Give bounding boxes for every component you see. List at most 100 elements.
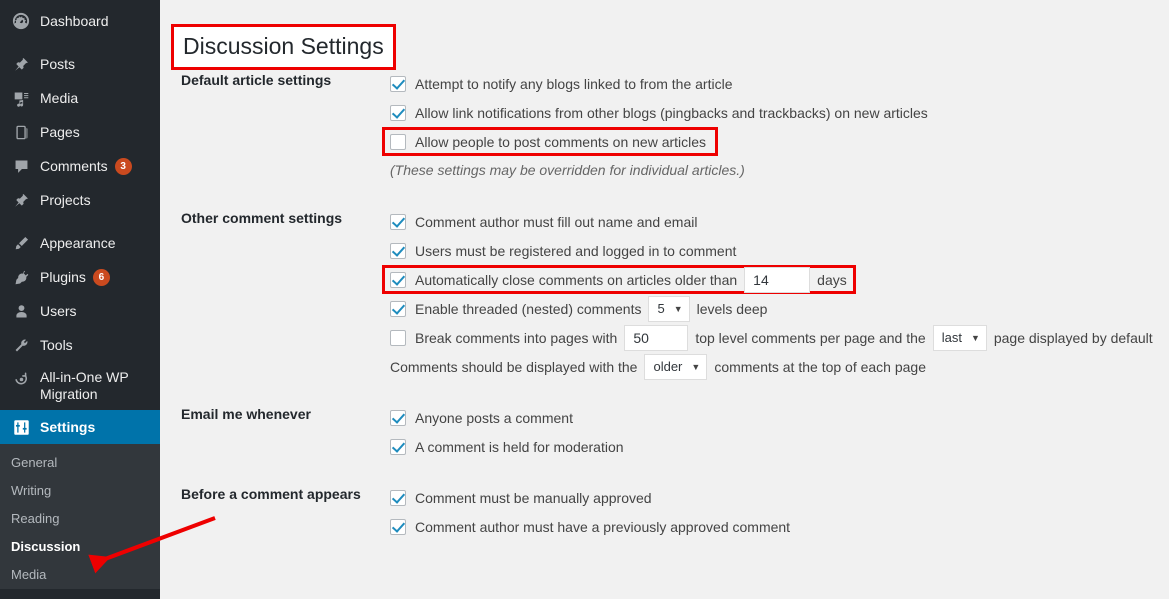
- checkbox-threaded-comments[interactable]: [390, 300, 406, 317]
- sidebar-item-media[interactable]: Media: [0, 81, 160, 115]
- checkbox-email-held-moderation[interactable]: [390, 438, 406, 455]
- option-label: Allow people to post comments on new art…: [415, 133, 707, 150]
- levels-deep-label: levels deep: [696, 300, 768, 317]
- sidebar-item-label: Dashboard: [40, 12, 109, 29]
- thread-depth-value: 5: [657, 301, 665, 316]
- sidebar-item-posts[interactable]: Posts: [0, 47, 160, 81]
- dashboard-icon: [11, 11, 31, 31]
- plug-icon: [11, 267, 31, 287]
- close-comments-days-input[interactable]: 14: [744, 266, 811, 293]
- status-badge: 3: [114, 157, 132, 175]
- section-body: Anyone posts a comment A comment is held…: [390, 392, 1169, 472]
- submenu-item-general[interactable]: General: [0, 449, 160, 477]
- comments-per-page-input[interactable]: 50: [624, 324, 689, 351]
- section-heading: Before a comment appears: [181, 486, 361, 502]
- checkbox-require-name-email[interactable]: [390, 213, 406, 230]
- pin-icon: [11, 54, 31, 74]
- checkbox-auto-close-comments[interactable]: [390, 271, 406, 288]
- comment-bubble-icon: [11, 156, 31, 176]
- days-suffix-label: days: [817, 271, 847, 288]
- checkbox-email-anyone-posts[interactable]: [390, 409, 406, 426]
- settings-submenu: General Writing Reading Discussion Media: [0, 444, 160, 589]
- submenu-item-writing[interactable]: Writing: [0, 477, 160, 505]
- annotation-box-auto-close: Automatically close comments on articles…: [382, 265, 856, 294]
- sidebar-item-comments[interactable]: Comments 3: [0, 149, 160, 183]
- option-previously-approved[interactable]: Comment author must have a previously ap…: [390, 512, 1160, 541]
- sidebar-item-label: Plugins: [40, 268, 86, 285]
- option-label: Enable threaded (nested) comments: [415, 300, 642, 317]
- section-heading: Other comment settings: [181, 210, 343, 226]
- option-allow-link-notifications[interactable]: Allow link notifications from other blog…: [390, 98, 1160, 127]
- sidebar-item-tools[interactable]: Tools: [0, 328, 160, 362]
- discussion-settings-form: Default article settings Attempt to noti…: [170, 58, 1169, 552]
- option-label: Comment author must have a previously ap…: [415, 518, 791, 535]
- media-icon: [11, 88, 31, 108]
- checkbox-allow-comments[interactable]: [390, 133, 406, 150]
- checkbox-previously-approved[interactable]: [390, 518, 406, 535]
- sidebar-item-all-in-one-wp-migration[interactable]: All-in-One WP Migration: [0, 362, 160, 410]
- submenu-item-reading[interactable]: Reading: [0, 505, 160, 533]
- admin-sidebar: Dashboard Posts Media Pages Comments 3 P…: [0, 0, 168, 599]
- sidebar-divider: [0, 38, 160, 47]
- chevron-down-icon: ▼: [673, 303, 683, 314]
- section-before-a-comment-appears: Before a comment appears Comment must be…: [170, 472, 1169, 552]
- sidebar-item-appearance[interactable]: Appearance: [0, 226, 160, 260]
- option-email-held-moderation[interactable]: A comment is held for moderation: [390, 432, 1160, 461]
- submenu-item-discussion[interactable]: Discussion: [0, 533, 160, 561]
- option-email-anyone-posts[interactable]: Anyone posts a comment: [390, 403, 1160, 432]
- sidebar-item-label: Settings: [40, 418, 96, 435]
- option-label: Attempt to notify any blogs linked to fr…: [415, 75, 733, 92]
- option-threaded-comments: Enable threaded (nested) comments 5 ▼ le…: [390, 294, 1160, 323]
- section-heading: Email me whenever: [181, 406, 311, 422]
- wordpress-admin-screen: Dashboard Posts Media Pages Comments 3 P…: [0, 0, 1169, 599]
- option-paginate-comments: Break comments into pages with 50 top le…: [390, 323, 1160, 352]
- wrench-icon: [11, 335, 31, 355]
- sidebar-item-dashboard[interactable]: Dashboard: [0, 4, 160, 38]
- checkbox-require-registration[interactable]: [390, 242, 406, 259]
- paintbrush-icon: [11, 233, 31, 253]
- section-other-comment-settings: Other comment settings Comment author mu…: [170, 196, 1169, 392]
- settings-sliders-icon: [11, 417, 31, 437]
- sidebar-item-plugins[interactable]: Plugins 6: [0, 260, 160, 294]
- sidebar-item-label: All-in-One WP Migration: [40, 369, 129, 402]
- sidebar-item-pages[interactable]: Pages: [0, 115, 160, 149]
- default-page-select[interactable]: last ▼: [932, 324, 987, 351]
- sidebar-item-label: Pages: [40, 123, 80, 140]
- option-comment-order: Comments should be displayed with the ol…: [390, 352, 1160, 381]
- comment-order-value: older: [653, 359, 683, 374]
- comment-order-select[interactable]: older ▼: [644, 353, 708, 380]
- section-email-me-whenever: Email me whenever Anyone posts a comment…: [170, 392, 1169, 472]
- checkbox-paginate-comments[interactable]: [390, 329, 406, 346]
- user-icon: [11, 301, 31, 321]
- chevron-down-icon: ▼: [970, 332, 980, 343]
- sidebar-item-label: Posts: [40, 55, 76, 72]
- page-displayed-label: page displayed by default: [993, 329, 1153, 346]
- page-title: Discussion Settings: [171, 24, 396, 71]
- checkbox-manual-approval[interactable]: [390, 489, 406, 506]
- checkbox-notify-blogs[interactable]: [390, 75, 406, 92]
- option-label: Comment author must fill out name and em…: [415, 213, 698, 230]
- checkbox-allow-link-notifications[interactable]: [390, 104, 406, 121]
- sidebar-item-label: Media: [40, 89, 79, 106]
- thread-depth-select[interactable]: 5 ▼: [648, 295, 690, 322]
- option-label: Allow link notifications from other blog…: [415, 104, 928, 121]
- page-title-highlight: Discussion Settings: [171, 9, 396, 86]
- sidebar-item-projects[interactable]: Projects: [0, 183, 160, 217]
- option-label: Users must be registered and logged in t…: [415, 242, 737, 259]
- option-require-name-email[interactable]: Comment author must fill out name and em…: [390, 207, 1160, 236]
- sidebar-item-label: Appearance: [40, 234, 116, 251]
- chevron-down-icon: ▼: [691, 361, 701, 372]
- option-require-registration[interactable]: Users must be registered and logged in t…: [390, 236, 1160, 265]
- comment-order-suffix-label: comments at the top of each page: [714, 358, 927, 375]
- sidebar-item-users[interactable]: Users: [0, 294, 160, 328]
- pin-icon: [11, 190, 31, 210]
- option-notify-blogs[interactable]: Attempt to notify any blogs linked to fr…: [390, 69, 1160, 98]
- sidebar-item-label: Comments: [40, 157, 108, 174]
- section-body: Comment must be manually approved Commen…: [390, 472, 1169, 552]
- option-label: Break comments into pages with: [415, 329, 618, 346]
- sidebar-item-settings[interactable]: Settings: [0, 410, 168, 444]
- option-manual-approval[interactable]: Comment must be manually approved: [390, 483, 1160, 512]
- annotation-box-allow-comments: Allow people to post comments on new art…: [382, 127, 719, 156]
- per-page-middle-label: top level comments per page and the: [695, 329, 926, 346]
- submenu-item-media[interactable]: Media: [0, 561, 160, 589]
